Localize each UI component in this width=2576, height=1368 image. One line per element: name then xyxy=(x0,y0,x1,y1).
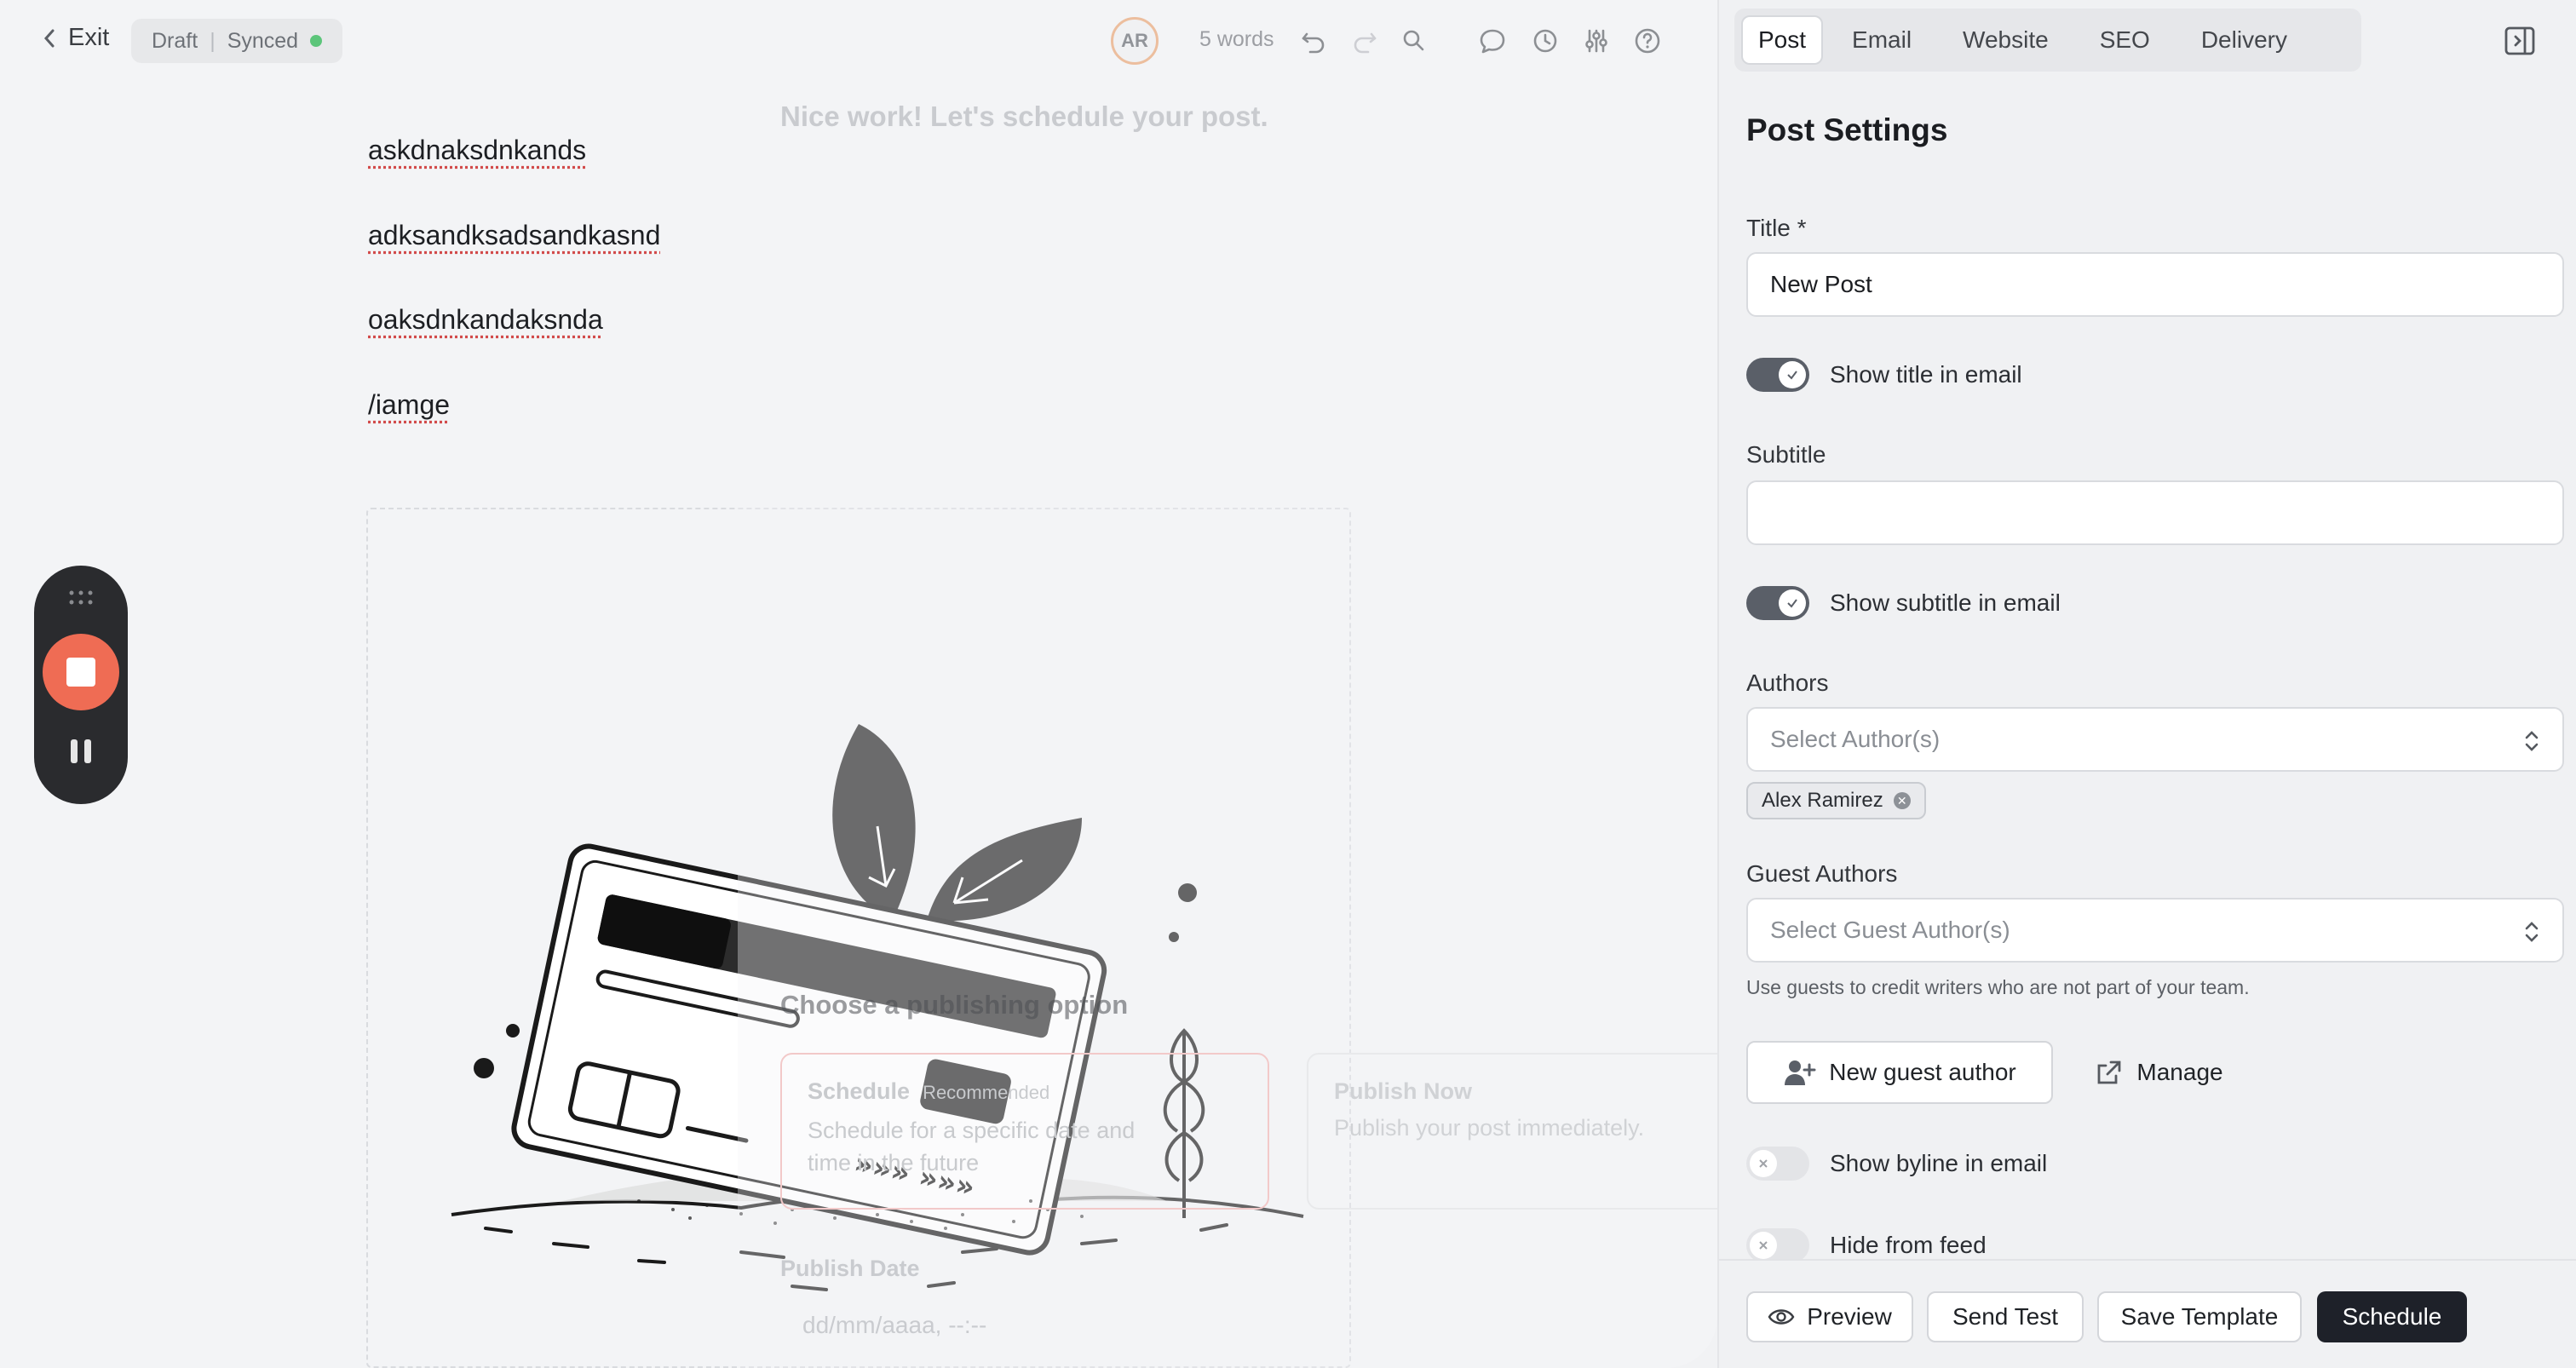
pause-icon[interactable] xyxy=(66,739,95,768)
guest-authors-placeholder: Select Guest Author(s) xyxy=(1770,917,2010,943)
author-chip: Alex Ramirez ✕ xyxy=(1746,782,1926,819)
hide-from-feed-label: Hide from feed xyxy=(1830,1232,1987,1258)
schedule-option-description: Schedule for a specific date and time in… xyxy=(808,1118,1136,1175)
publish-now-description: Publish your post immediately. xyxy=(1334,1115,1645,1141)
title-input[interactable]: New Post xyxy=(1746,252,2564,317)
chevron-left-icon xyxy=(43,29,55,47)
collapse-panel-icon[interactable] xyxy=(2503,24,2537,58)
show-title-row: Show title in email xyxy=(1746,356,2022,394)
show-title-toggle[interactable] xyxy=(1746,358,1809,392)
authors-placeholder: Select Author(s) xyxy=(1770,726,1941,752)
check-icon xyxy=(1787,599,1797,608)
send-test-button[interactable]: Send Test xyxy=(1927,1291,2084,1342)
stop-recording-button[interactable] xyxy=(43,634,119,710)
show-subtitle-label: Show subtitle in email xyxy=(1830,589,2061,616)
exit-label: Exit xyxy=(68,24,110,51)
tab-seo[interactable]: SEO xyxy=(2084,15,2165,65)
subtitle-input[interactable] xyxy=(1746,480,2564,545)
publish-date-input[interactable]: dd/mm/aaaa, --:-- xyxy=(802,1312,986,1339)
show-subtitle-row: Show subtitle in email xyxy=(1746,584,2061,622)
title-label: Title * xyxy=(1746,215,1807,241)
tab-delivery[interactable]: Delivery xyxy=(2186,15,2303,65)
status-separator: | xyxy=(210,28,216,53)
paragraph[interactable]: /iamge xyxy=(368,389,450,421)
show-byline-row: Show byline in email xyxy=(1746,1145,2047,1182)
paragraph[interactable]: askdnaksdnkands xyxy=(368,135,586,166)
new-guest-author-button[interactable]: New guest author xyxy=(1746,1041,2053,1104)
show-byline-label: Show byline in email xyxy=(1830,1150,2048,1176)
show-title-label: Show title in email xyxy=(1830,361,2022,388)
save-status-badge: Draft | Synced xyxy=(131,19,343,63)
preview-button[interactable]: Preview xyxy=(1746,1291,1913,1342)
remove-author-icon[interactable]: ✕ xyxy=(1893,792,1911,809)
add-user-icon xyxy=(1785,1060,1816,1085)
status-draft: Draft xyxy=(152,28,198,53)
paragraph[interactable]: oaksdnkandaksnda xyxy=(368,304,603,336)
status-synced: Synced xyxy=(227,28,299,53)
editor-area: Exit Draft | Synced AR 5 words askdnaksd… xyxy=(0,0,1717,1368)
publish-date-label: Publish Date xyxy=(780,1256,920,1281)
guest-authors-hint: Use guests to credit writers who are not… xyxy=(1746,976,2250,998)
hide-from-feed-toggle[interactable] xyxy=(1746,1228,1809,1262)
publish-now-option-card[interactable]: Publish Now Publish your post immediatel… xyxy=(1307,1053,1717,1210)
chevron-updown-icon xyxy=(2525,731,2539,751)
check-icon xyxy=(1787,371,1797,380)
external-link-icon xyxy=(2098,1060,2121,1084)
synced-dot xyxy=(310,35,323,47)
guest-authors-label: Guest Authors xyxy=(1746,860,1898,887)
x-icon xyxy=(1759,1241,1768,1250)
schedule-option-card[interactable]: Schedule Recommended Schedule for a spec… xyxy=(780,1053,1269,1210)
settings-panel: Post Email Website SEO Delivery Post Set… xyxy=(1717,0,2576,1368)
paragraph[interactable]: adksandksadsandkasnd xyxy=(368,220,660,251)
recording-widget xyxy=(34,566,128,804)
publish-now-title: Publish Now xyxy=(1334,1078,1472,1104)
author-chip-label: Alex Ramirez xyxy=(1762,789,1883,812)
authors-label: Authors xyxy=(1746,670,1829,696)
recommended-badge: Recommended xyxy=(923,1082,1050,1103)
show-subtitle-toggle[interactable] xyxy=(1746,586,1809,620)
exit-button[interactable]: Exit xyxy=(41,24,109,52)
stop-icon xyxy=(66,658,95,687)
tab-post[interactable]: Post xyxy=(1741,15,1824,65)
subtitle-label: Subtitle xyxy=(1746,441,1826,468)
x-icon xyxy=(1759,1159,1768,1168)
manage-button[interactable]: Manage xyxy=(2073,1041,2244,1104)
publishing-options-heading: Choose a publishing option xyxy=(780,990,1129,1020)
show-byline-toggle[interactable] xyxy=(1746,1147,1809,1181)
save-template-button[interactable]: Save Template xyxy=(2097,1291,2302,1342)
eye-icon xyxy=(1768,1309,1795,1325)
tab-website[interactable]: Website xyxy=(1947,15,2064,65)
chevron-updown-icon xyxy=(2525,922,2539,942)
manage-label: Manage xyxy=(2136,1059,2223,1085)
authors-select[interactable]: Select Author(s) xyxy=(1746,707,2564,772)
new-guest-author-label: New guest author xyxy=(1829,1059,2016,1085)
panel-title: Post Settings xyxy=(1746,112,1948,147)
preview-label: Preview xyxy=(1807,1303,1892,1330)
tab-email[interactable]: Email xyxy=(1837,15,1927,65)
guest-authors-select[interactable]: Select Guest Author(s) xyxy=(1746,898,2564,963)
schedule-option-title: Schedule xyxy=(808,1078,911,1104)
schedule-dialog-title: Nice work! Let's schedule your post. xyxy=(780,101,1268,132)
panel-footer: Preview Send Test Save Template Schedule xyxy=(1719,1259,2576,1368)
settings-tabs: Post Email Website SEO Delivery xyxy=(1734,9,2361,72)
schedule-button[interactable]: Schedule xyxy=(2317,1291,2467,1342)
drag-handle-icon[interactable] xyxy=(68,589,94,606)
